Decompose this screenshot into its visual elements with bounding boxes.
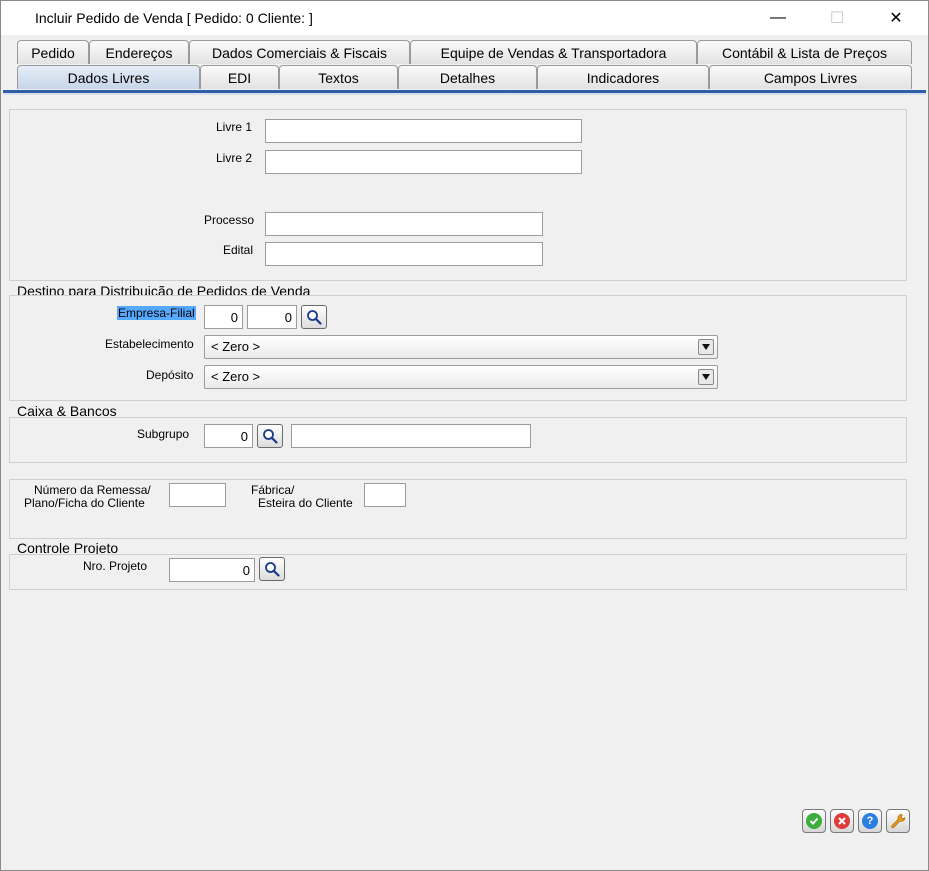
- tab-pedido[interactable]: Pedido: [17, 40, 89, 64]
- tools-button[interactable]: [886, 809, 910, 833]
- tab-dados-livres[interactable]: Dados Livres: [17, 65, 200, 89]
- magnifier-icon: [307, 310, 322, 325]
- processo-label: Processo: [204, 213, 255, 227]
- empresa-lookup-button[interactable]: [301, 305, 327, 329]
- window-title: Incluir Pedido de Venda [ Pedido: 0 Clie…: [35, 10, 313, 26]
- nro-projeto-label: Nro. Projeto: [83, 559, 148, 573]
- tab-enderecos[interactable]: Endereços: [89, 40, 189, 64]
- edital-label: Edital: [223, 243, 254, 257]
- deposito-select[interactable]: < Zero >: [204, 365, 718, 389]
- chevron-down-icon: [698, 339, 714, 355]
- check-icon: [806, 813, 822, 829]
- tab-campos-livres[interactable]: Campos Livres: [709, 65, 912, 89]
- deposito-value: < Zero >: [211, 369, 261, 384]
- tab-content: Livre 1 Livre 2 Processo Edital Destino …: [1, 97, 928, 867]
- chevron-down-icon: [698, 369, 714, 385]
- magnifier-icon: [265, 562, 280, 577]
- fabrica-input[interactable]: [364, 483, 406, 507]
- estabelecimento-label: Estabelecimento: [105, 337, 194, 351]
- tab-underline-shadow: [3, 93, 926, 95]
- projeto-lookup-button[interactable]: [259, 557, 285, 581]
- magnifier-icon: [263, 429, 278, 444]
- filial-input[interactable]: [247, 305, 297, 329]
- close-button[interactable]: ✕: [873, 1, 919, 35]
- deposito-label: Depósito: [146, 368, 194, 382]
- livre1-label: Livre 1: [216, 120, 253, 134]
- tab-dados-comerciais[interactable]: Dados Comerciais & Fiscais: [189, 40, 410, 64]
- wrench-icon: [891, 814, 906, 829]
- help-icon: ?: [862, 813, 878, 829]
- cancel-icon: [834, 813, 850, 829]
- subgrupo-label: Subgrupo: [137, 427, 190, 441]
- livre2-input[interactable]: [265, 150, 582, 174]
- estabelecimento-select[interactable]: < Zero >: [204, 335, 718, 359]
- subgrupo-description[interactable]: [291, 424, 531, 448]
- maximize-button[interactable]: ☐: [814, 1, 860, 35]
- numero-remessa-input[interactable]: [169, 483, 226, 507]
- window: Incluir Pedido de Venda [ Pedido: 0 Clie…: [0, 0, 929, 871]
- livre1-input[interactable]: [265, 119, 582, 143]
- subgrupo-input[interactable]: [204, 424, 253, 448]
- tab-contabil[interactable]: Contábil & Lista de Preços: [697, 40, 912, 64]
- fabrica-label-2: Esteira do Cliente: [258, 496, 353, 510]
- fabrica-label-1: Fábrica/: [251, 483, 295, 497]
- tab-strip: Pedido Endereços Dados Comerciais & Fisc…: [1, 35, 928, 95]
- minimize-button[interactable]: —: [755, 1, 801, 35]
- tab-detalhes[interactable]: Detalhes: [398, 65, 537, 89]
- tab-equipe-vendas[interactable]: Equipe de Vendas & Transportadora: [410, 40, 697, 64]
- nro-projeto-input[interactable]: [169, 558, 255, 582]
- livre2-label: Livre 2: [216, 151, 253, 165]
- title-bar: Incluir Pedido de Venda [ Pedido: 0 Clie…: [1, 1, 928, 35]
- numero-remessa-label-2: Plano/Ficha do Cliente: [24, 496, 145, 510]
- tab-indicadores[interactable]: Indicadores: [537, 65, 709, 89]
- cancel-button[interactable]: [830, 809, 854, 833]
- ok-button[interactable]: [802, 809, 826, 833]
- processo-input[interactable]: [265, 212, 543, 236]
- estabelecimento-value: < Zero >: [211, 339, 261, 354]
- subgrupo-lookup-button[interactable]: [257, 424, 283, 448]
- edital-input[interactable]: [265, 242, 543, 266]
- tab-textos[interactable]: Textos: [279, 65, 398, 89]
- numero-remessa-label-1: Número da Remessa/: [34, 483, 151, 497]
- tab-edi[interactable]: EDI: [200, 65, 279, 89]
- empresa-input[interactable]: [204, 305, 243, 329]
- help-button[interactable]: ?: [858, 809, 882, 833]
- empresa-filial-label: Empresa-Filial: [117, 306, 196, 320]
